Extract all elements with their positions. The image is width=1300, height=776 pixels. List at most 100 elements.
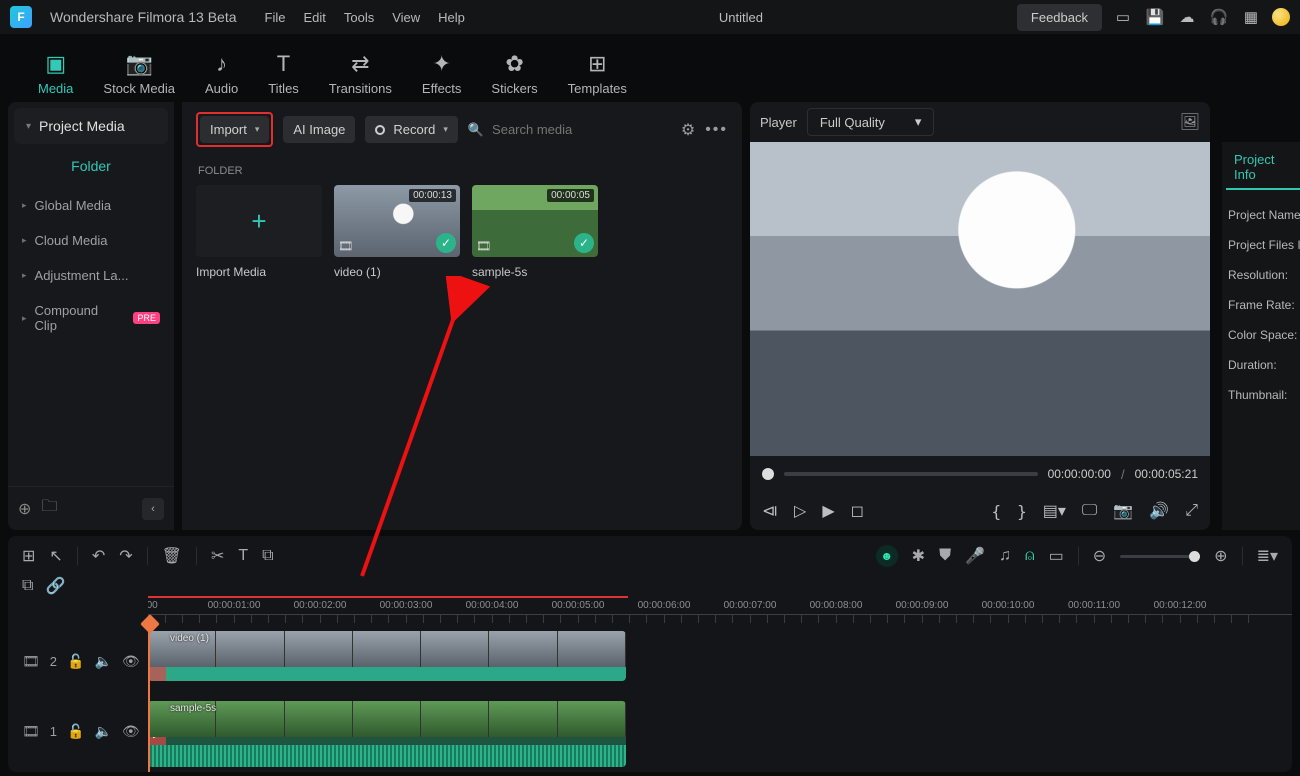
project-info-tab[interactable]: Project Info [1226, 146, 1300, 190]
folder-tab[interactable]: Folder [8, 144, 174, 188]
app-logo: F [10, 6, 32, 28]
media-browser: Import▾ AI Image Record▾ 🔍 ⚙ ••• FOLDER … [182, 102, 742, 530]
undo-icon[interactable]: ↶ [92, 546, 105, 566]
lock-icon[interactable]: 🔓 [67, 723, 84, 740]
caption-icon[interactable]: ▭ [1049, 546, 1064, 566]
display-icon[interactable]: 🖵 [1082, 502, 1097, 520]
tab-audio[interactable]: ♪Audio [205, 51, 238, 96]
quality-select[interactable]: Full Quality▾ [807, 108, 935, 136]
sidebar-item-global[interactable]: ▸Global Media [8, 188, 174, 223]
camera-icon[interactable]: 📷 [1113, 501, 1133, 521]
smart-ai-icon[interactable]: ☻ [876, 545, 898, 567]
menu-edit[interactable]: Edit [303, 10, 325, 25]
plus-icon: + [251, 206, 266, 237]
sidebar-item-label: Global Media [35, 198, 112, 213]
stop-icon[interactable]: ◻ [851, 501, 864, 521]
mark-out-icon[interactable]: } [1017, 502, 1027, 521]
playhead[interactable] [148, 626, 150, 772]
zoom-slider[interactable] [1120, 555, 1200, 558]
player-viewport[interactable] [750, 142, 1210, 456]
apps-icon[interactable]: ⊞ [22, 546, 35, 566]
sidebar-item-cloud[interactable]: ▸Cloud Media [8, 223, 174, 258]
menu-file[interactable]: File [265, 10, 286, 25]
timeline-ruler[interactable]: 0:0000:00:01:0000:00:02:0000:00:03:0000:… [148, 596, 1292, 626]
mark-in-icon[interactable]: { [991, 502, 1001, 521]
playhead-knob[interactable] [762, 468, 774, 480]
delete-icon[interactable]: 🗑 [162, 546, 182, 566]
shield-icon[interactable]: ⛊ [939, 547, 951, 565]
lock-icon[interactable]: 🔓 [67, 653, 84, 670]
link-icon[interactable]: 🔗 [45, 576, 65, 596]
zoom-in-icon[interactable]: ⊕ [1214, 546, 1227, 566]
titles-icon: T [277, 51, 290, 77]
speed-icon[interactable]: ✱ [912, 546, 925, 566]
clip-video1[interactable]: ▶ video (1) [148, 631, 626, 681]
zoom-thumb[interactable] [1189, 551, 1200, 562]
new-bin-icon[interactable]: ⊕ [18, 499, 31, 519]
cut-icon[interactable]: ✂ [211, 546, 224, 566]
play-icon[interactable]: ▶ [822, 501, 834, 521]
pointer-icon[interactable]: ↖ [49, 546, 62, 566]
mute-icon[interactable]: 🔈 [94, 723, 111, 740]
eye-icon[interactable]: 👁 [122, 653, 140, 670]
cloud-icon[interactable]: ☁ [1176, 6, 1198, 28]
menu-help[interactable]: Help [438, 10, 465, 25]
import-media-tile[interactable]: + [196, 185, 322, 257]
menu-view[interactable]: View [392, 10, 420, 25]
ruler-label: 00:00:03:00 [380, 600, 433, 611]
import-button[interactable]: Import▾ [200, 116, 269, 143]
text-edit-icon[interactable]: T [238, 547, 248, 565]
project-media-header[interactable]: ▾ Project Media [14, 108, 168, 144]
tab-stickers[interactable]: ✿Stickers [491, 51, 537, 96]
layout-icon[interactable]: ▭ [1112, 6, 1134, 28]
music-list-icon[interactable]: ♫ [999, 547, 1011, 565]
feedback-button[interactable]: Feedback [1017, 4, 1102, 31]
notification-icon[interactable] [1272, 8, 1290, 26]
tab-transitions[interactable]: ⇄Transitions [329, 51, 392, 96]
collapse-sidebar-icon[interactable]: ‹ [142, 498, 164, 520]
volume-icon[interactable]: 🔊 [1149, 501, 1169, 521]
track-1: 🎞1 🔓 🔈 👁 ▶ sample-5s [8, 696, 1292, 766]
save-icon[interactable]: 💾 [1144, 6, 1166, 28]
media-thumb-sample5s[interactable]: 00:00:05 🎞 ✓ [472, 185, 598, 257]
robot-icon[interactable]: ⍝ [1025, 547, 1035, 565]
mute-icon[interactable]: 🔈 [94, 653, 111, 670]
new-folder-icon[interactable]: 🗀 [41, 495, 57, 522]
menu-tools[interactable]: Tools [344, 10, 374, 25]
ai-image-button[interactable]: AI Image [283, 116, 355, 143]
chevron-down-icon: ▾ [915, 114, 922, 130]
tab-effects[interactable]: ✦Effects [422, 51, 462, 96]
headset-icon[interactable]: 🎧 [1208, 6, 1230, 28]
tab-stock[interactable]: 📷Stock Media [103, 51, 175, 96]
pre-badge: PRE [133, 312, 160, 324]
redo-icon[interactable]: ↷ [119, 546, 132, 566]
eye-icon[interactable]: 👁 [122, 723, 140, 740]
search-input[interactable] [492, 122, 671, 137]
search-field[interactable]: 🔍 [468, 122, 671, 138]
tab-media[interactable]: ▣Media [38, 51, 73, 96]
tab-templates[interactable]: ⊞Templates [568, 51, 627, 96]
filter-icon[interactable]: ⚙ [681, 120, 695, 140]
ratio-icon[interactable]: ▤▾ [1043, 501, 1066, 521]
more-icon[interactable]: ••• [705, 121, 728, 139]
record-button[interactable]: Record▾ [365, 116, 457, 143]
snapshot-icon[interactable]: 🖼 [1180, 112, 1200, 132]
tab-titles[interactable]: TTitles [268, 51, 299, 96]
crop-icon[interactable]: ⧉ [262, 547, 273, 565]
media-thumb-video1[interactable]: 00:00:13 🎞 ✓ [334, 185, 460, 257]
sidebar-item-compound[interactable]: ▸Compound ClipPRE [8, 293, 174, 343]
project-sidebar: ▾ Project Media Folder ▸Global Media ▸Cl… [8, 102, 174, 530]
grid-icon[interactable]: ▦ [1240, 6, 1262, 28]
mic-icon[interactable]: 🎤 [965, 546, 985, 566]
preview-image [750, 142, 1210, 456]
clip-sample5s[interactable]: ▶ sample-5s [148, 701, 626, 767]
prev-frame-icon[interactable]: ⧏ [762, 501, 778, 521]
zoom-out-icon[interactable]: ⊖ [1093, 546, 1106, 566]
clip-label: video (1) [170, 633, 209, 644]
sidebar-item-adjustment[interactable]: ▸Adjustment La... [8, 258, 174, 293]
marker-icon[interactable]: ⧉ [22, 577, 33, 595]
fullscreen-icon[interactable]: ⤢ [1185, 502, 1198, 520]
track-view-icon[interactable]: ≣▾ [1257, 546, 1278, 566]
progress-track[interactable] [784, 472, 1038, 476]
play-back-icon[interactable]: ▷ [794, 501, 806, 521]
